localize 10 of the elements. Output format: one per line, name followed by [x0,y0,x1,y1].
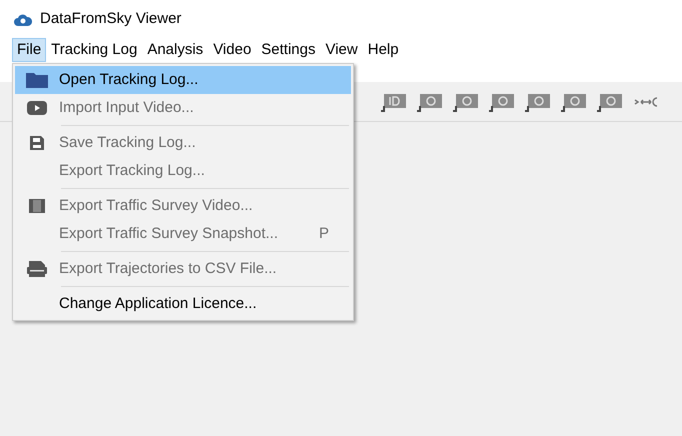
window-title: DataFromSky Viewer [40,8,182,29]
menu-item[interactable]: Analysis [142,38,208,62]
menu-entry[interactable]: Change Application Licence... [15,290,351,318]
menu-item[interactable]: File [12,38,46,62]
menu-entry[interactable]: Open Tracking Log... [15,66,351,94]
menu-item[interactable]: View [320,38,363,62]
menu-item[interactable]: Video [208,38,256,62]
menu-item[interactable]: Tracking Log [46,38,142,62]
menu-item[interactable]: Help [362,38,404,62]
menu-item[interactable]: Settings [256,38,320,62]
